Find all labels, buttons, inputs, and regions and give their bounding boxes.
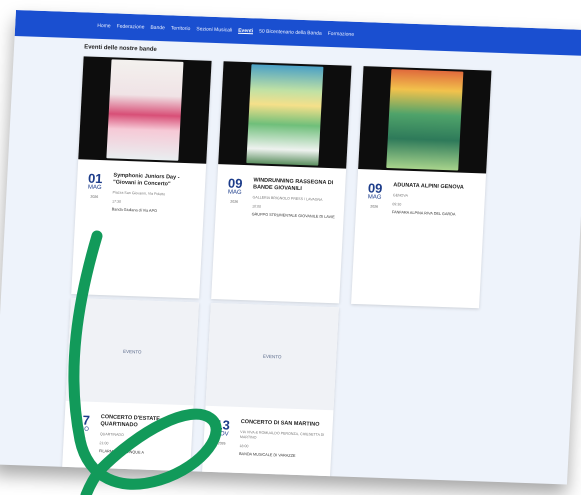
green-scribble-overlay xyxy=(68,230,222,495)
scribble-stroke xyxy=(68,230,222,495)
